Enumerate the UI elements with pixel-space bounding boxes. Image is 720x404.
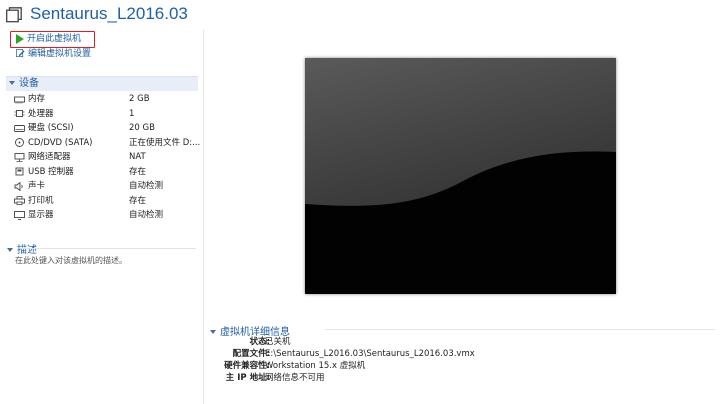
- play-icon: [16, 33, 24, 44]
- device-name: 网络适配器: [28, 152, 71, 162]
- printer-icon: [14, 196, 25, 205]
- device-row-usb-controller[interactable]: USB 控制器 存在: [14, 165, 199, 179]
- collapse-triangle-icon: [210, 329, 216, 334]
- edit-settings-icon: [16, 49, 25, 58]
- device-name: CD/DVD (SATA): [28, 137, 93, 148]
- detail-value: 已关机: [265, 337, 291, 347]
- virtual-machine-icon: [6, 7, 22, 23]
- device-value: 自动检测: [129, 181, 164, 191]
- detail-row-hardware-compat: 硬件兼容性: Workstation 15.x 虚拟机: [210, 360, 710, 372]
- panel-divider: [203, 30, 204, 404]
- device-row-printer[interactable]: 打印机 存在: [14, 194, 199, 208]
- collapse-triangle-icon: [9, 80, 15, 85]
- display-icon: [14, 210, 25, 220]
- device-name: USB 控制器: [28, 166, 74, 177]
- start-vm-label: 开启此虚拟机: [27, 34, 82, 44]
- vm-header: Sentaurus_L2016.03: [0, 0, 720, 30]
- usb-controller-icon: [15, 167, 24, 176]
- device-name: 显示器: [28, 210, 54, 220]
- detail-key: 主 IP 地址:: [225, 373, 270, 383]
- edit-vm-settings-label: 编辑虚拟机设置: [28, 49, 92, 59]
- device-row-display[interactable]: 显示器 自动检测: [14, 208, 199, 222]
- vm-title: Sentaurus_L2016.03: [30, 4, 188, 23]
- device-value: 正在使用文件 D:...: [129, 137, 201, 148]
- detail-value: Workstation 15.x 虚拟机: [265, 361, 366, 371]
- detail-value: 网络信息不可用: [265, 373, 325, 383]
- detail-key: 硬件兼容性:: [224, 361, 270, 371]
- device-value: 2 GB: [129, 94, 150, 104]
- device-name: 处理器: [28, 108, 54, 119]
- device-row-processor[interactable]: 处理器 1: [14, 107, 199, 121]
- vm-screen-preview[interactable]: [305, 58, 616, 294]
- device-name: 内存: [28, 94, 46, 104]
- description-divider: [20, 248, 196, 249]
- description-input[interactable]: 在此处键入对该虚拟机的描述。: [15, 255, 127, 266]
- device-value: 自动检测: [129, 210, 164, 220]
- device-row-hard-disk[interactable]: 硬盘 (SCSI) 20 GB: [14, 121, 199, 135]
- device-row-memory[interactable]: 内存 2 GB: [14, 92, 199, 106]
- device-value: 存在: [129, 195, 147, 206]
- devices-heading: 设备: [19, 78, 39, 89]
- hard-disk-icon: [14, 124, 25, 132]
- device-row-sound-card[interactable]: 声卡 自动检测: [14, 179, 199, 193]
- device-row-cd-dvd[interactable]: CD/DVD (SATA) 正在使用文件 D:...: [14, 136, 201, 150]
- device-name: 打印机: [28, 195, 54, 206]
- processor-icon: [14, 110, 25, 117]
- device-value: 1: [129, 108, 135, 119]
- network-adapter-icon: [14, 152, 25, 162]
- memory-icon: [14, 96, 25, 103]
- devices-section-toggle[interactable]: 设备: [6, 76, 198, 91]
- device-value: 20 GB: [129, 123, 155, 133]
- vm-details-divider: [325, 329, 715, 330]
- start-vm-button[interactable]: 开启此虚拟机: [16, 33, 81, 45]
- detail-row-primary-ip: 主 IP 地址: 网络信息不可用: [210, 372, 710, 384]
- device-row-network-adapter[interactable]: 网络适配器 NAT: [14, 150, 199, 164]
- edit-vm-settings-button[interactable]: 编辑虚拟机设置: [16, 48, 91, 60]
- detail-row-config-file: 配置文件: E:\Sentaurus_L2016.03\Sentaurus_L2…: [210, 348, 710, 360]
- device-name: 声卡: [28, 181, 46, 191]
- detail-value: E:\Sentaurus_L2016.03\Sentaurus_L2016.03…: [265, 349, 475, 359]
- vm-preview-graphic: [305, 58, 616, 294]
- device-value: NAT: [129, 152, 146, 162]
- cd-dvd-icon: [15, 138, 24, 147]
- device-name: 硬盘 (SCSI): [28, 123, 74, 133]
- detail-row-status: 状态: 已关机: [210, 336, 710, 348]
- collapse-triangle-icon: [7, 247, 13, 252]
- device-value: 存在: [129, 166, 147, 177]
- sound-card-icon: [14, 181, 23, 191]
